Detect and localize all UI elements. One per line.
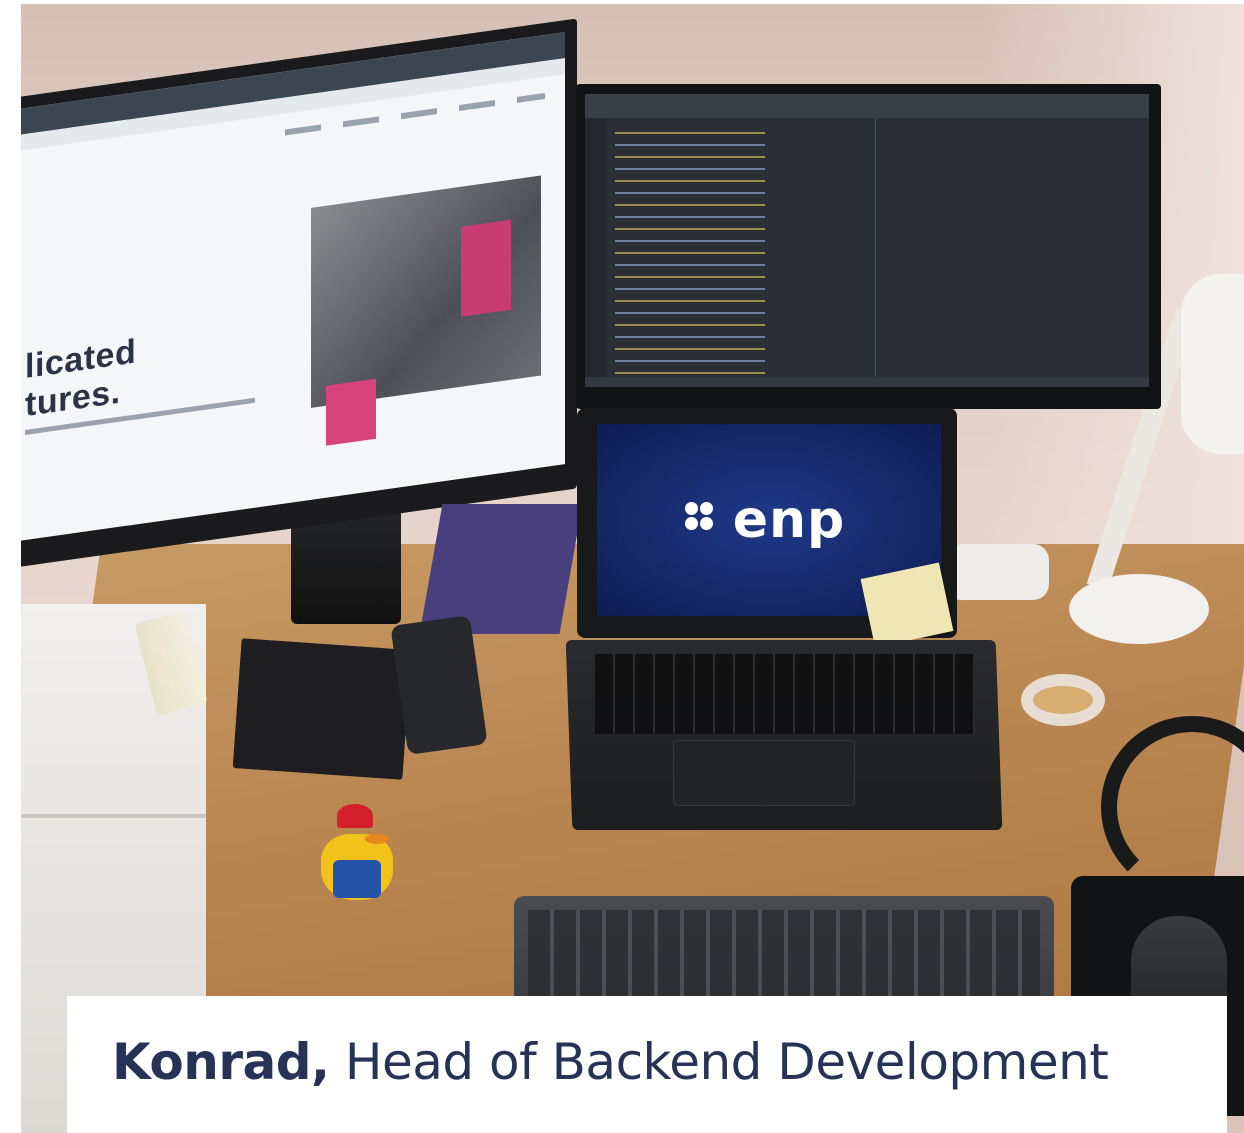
left-monitor-screen: licated tures. — [21, 32, 565, 541]
caption-name: Konrad, — [112, 1033, 330, 1091]
wireless-charger — [1021, 674, 1105, 726]
editor-toolbar — [585, 94, 1149, 118]
editor-split — [875, 118, 876, 387]
caption-role: Head of Backend Development — [344, 1033, 1109, 1091]
right-monitor — [576, 84, 1161, 409]
website-heading: licated tures. — [25, 332, 136, 424]
rubber-duck — [317, 804, 397, 904]
website-accent — [326, 378, 376, 446]
left-monitor: licated tures. — [21, 18, 577, 569]
editor-gutter — [585, 118, 607, 387]
website-accent — [461, 219, 511, 317]
code-editor-screen — [585, 94, 1149, 387]
desk-photo: licated tures. enp — [21, 4, 1244, 1133]
lamp-head — [1181, 274, 1244, 454]
power-socket — [945, 544, 1049, 600]
caption: Konrad, Head of Backend Development — [112, 1030, 1109, 1094]
laptop-logo-text: enp — [732, 490, 846, 550]
code-lines — [615, 132, 765, 387]
notebook — [232, 638, 412, 780]
editor-statusbar — [585, 377, 1149, 387]
caption-box: Konrad, Head of Backend Development — [67, 996, 1227, 1133]
laptop-keyboard — [595, 654, 975, 734]
laptop-touchpad — [673, 740, 855, 806]
desk-calendar — [419, 504, 583, 634]
lamp-base — [1069, 574, 1209, 644]
